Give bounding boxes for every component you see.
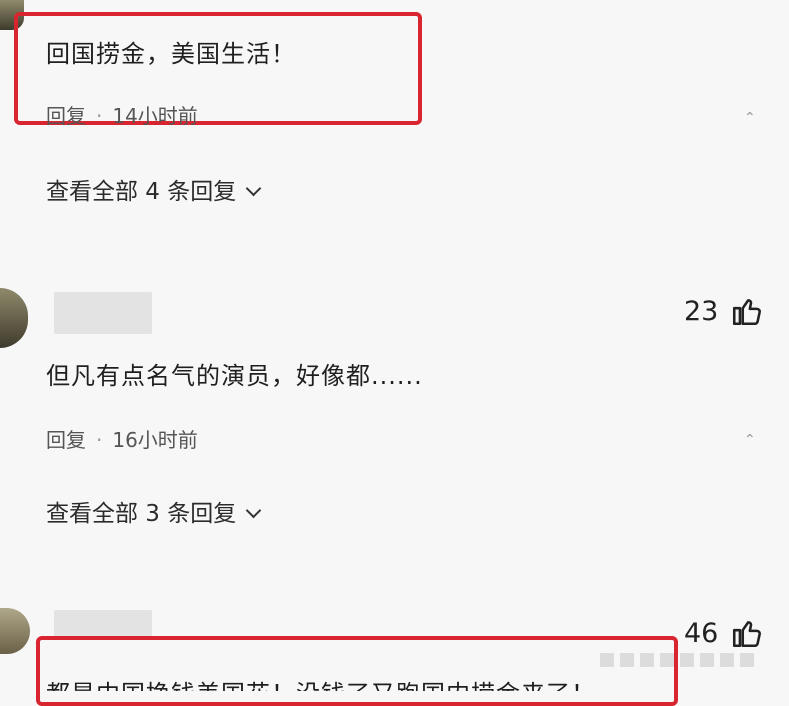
- thumbs-up-icon[interactable]: [730, 294, 764, 328]
- comment-text: 回国捞金，美国生活！: [46, 40, 296, 68]
- comment-meta: 回复 · 16小时前: [46, 424, 198, 453]
- comment-thread-screen: { "comments": [ { "text": "回国捞金，美国生活！", …: [0, 0, 789, 706]
- comment-text: 但凡有点名气的演员，好像都......: [46, 362, 423, 390]
- like-count: 23: [684, 296, 719, 327]
- chevron-down-icon: [245, 502, 262, 519]
- reply-button[interactable]: 回复: [46, 428, 86, 452]
- timestamp: 14小时前: [112, 104, 198, 125]
- watermark: [600, 652, 760, 671]
- view-all-replies-button[interactable]: 查看全部 3 条回复: [46, 494, 262, 528]
- more-icon[interactable]: ⌃: [744, 432, 756, 448]
- comment-text: 都是中国挣钱美国花！没钱了又跑国内捞金来了！: [46, 674, 596, 691]
- chevron-down-icon: [245, 180, 262, 197]
- comment-3: 都是中国挣钱美国花！没钱了又跑国内捞金来了！: [36, 636, 678, 691]
- comment-meta: 回复 · 14小时前: [46, 100, 198, 125]
- like-count: 46: [684, 618, 719, 649]
- username-blurred[interactable]: [54, 292, 152, 334]
- avatar[interactable]: [0, 608, 30, 654]
- reply-button[interactable]: 回复: [46, 104, 86, 125]
- timestamp: 16小时前: [112, 428, 198, 452]
- comment-1: 回国捞金，美国生活！ 回复 · 14小时前: [14, 12, 422, 125]
- more-icon[interactable]: ⌃: [744, 110, 756, 126]
- avatar[interactable]: [0, 288, 28, 348]
- view-all-replies-button[interactable]: 查看全部 4 条回复: [46, 172, 262, 206]
- separator: ·: [96, 104, 103, 125]
- thumbs-up-icon[interactable]: [730, 616, 764, 650]
- separator: ·: [96, 428, 103, 452]
- view-all-replies-label: 查看全部 3 条回复: [46, 501, 237, 527]
- view-all-replies-label: 查看全部 4 条回复: [46, 179, 237, 205]
